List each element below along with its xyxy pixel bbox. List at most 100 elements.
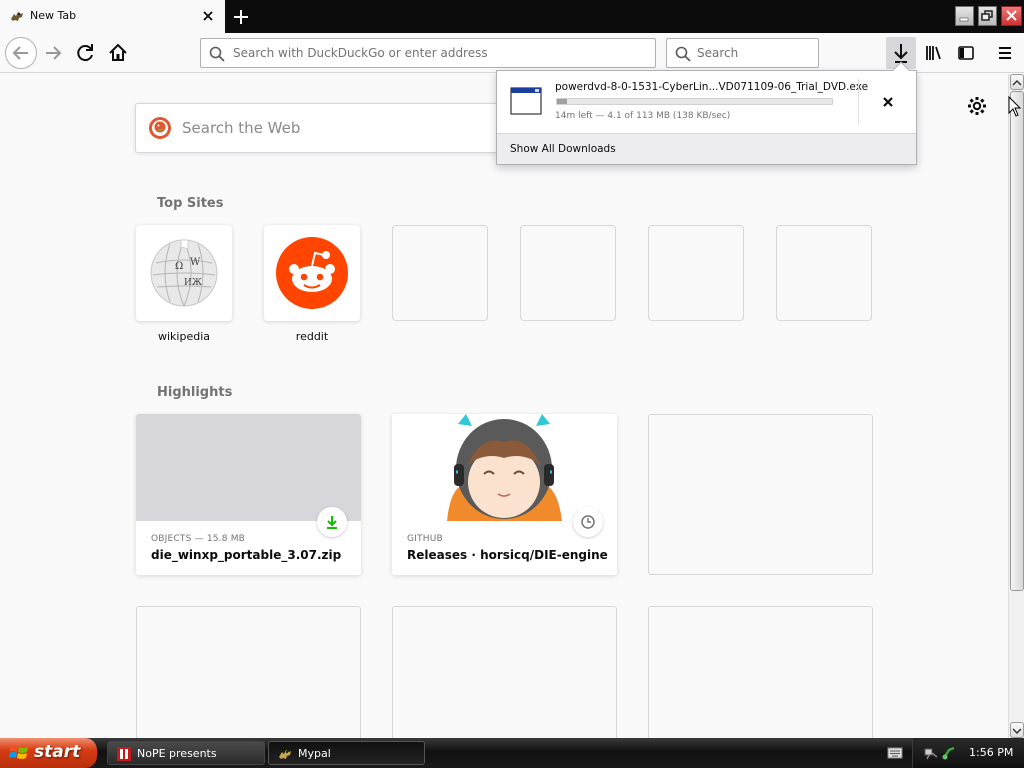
taskbar-button-label: NoPE presents	[137, 747, 217, 760]
hamburger-menu-icon	[999, 47, 1011, 59]
address-input[interactable]	[233, 39, 648, 67]
menu-button[interactable]	[990, 38, 1020, 68]
mouse-cursor-icon	[1008, 96, 1022, 117]
mypal-app-icon	[279, 750, 291, 759]
library-icon	[926, 46, 941, 60]
highlight-card[interactable]: OBJECTS — 15.8 MB die_winxp_portable_3.0…	[136, 414, 361, 575]
back-arrow-icon	[12, 46, 28, 60]
download-progress-fill	[557, 99, 567, 104]
system-tray: 1:56 PM	[912, 738, 1024, 768]
top-site-placeholder	[392, 225, 488, 321]
close-window-icon	[1006, 10, 1017, 21]
top-site-tile-reddit[interactable]	[264, 225, 360, 321]
tab-title: New Tab	[30, 9, 77, 22]
taskbar: start NoPE presents Mypal 1:56 PM	[0, 738, 1024, 768]
divider	[858, 79, 859, 125]
back-button[interactable]	[5, 37, 37, 69]
download-progress-bar	[556, 98, 833, 105]
scroll-up-button[interactable]	[1010, 74, 1024, 90]
card-title: Releases · horsicq/DIE-engine	[407, 548, 608, 562]
start-button[interactable]: start	[0, 738, 97, 768]
vertical-scrollbar[interactable]	[1008, 74, 1024, 738]
close-tab-icon[interactable]	[198, 6, 218, 26]
taskbar-button-label: Mypal	[298, 747, 331, 760]
restore-icon	[981, 10, 993, 21]
library-button[interactable]	[919, 38, 949, 68]
taskbar-button-mypal[interactable]: Mypal	[268, 741, 425, 765]
svg-text:W: W	[190, 257, 201, 268]
card-badge	[317, 507, 347, 537]
chevron-down-icon	[1012, 728, 1022, 735]
web-search-input[interactable]	[182, 104, 512, 152]
download-item[interactable]: powerdvd-8-0-1531-CyberLin...VD071109-06…	[497, 71, 916, 133]
scroll-down-button[interactable]	[1010, 722, 1024, 738]
highlight-placeholder	[648, 414, 873, 575]
svg-text:ИЖ: ИЖ	[184, 278, 202, 288]
cancel-download-icon[interactable]	[875, 89, 901, 115]
chevron-up-icon	[1012, 79, 1022, 86]
top-site-placeholder	[648, 225, 744, 321]
clock-icon	[581, 515, 595, 529]
search-input[interactable]	[697, 39, 812, 67]
wikipedia-globe-icon: Ω W ИЖ	[150, 239, 218, 307]
forward-button[interactable]	[39, 38, 69, 68]
home-button[interactable]	[103, 38, 133, 68]
new-tab-page: Top Sites Ω W ИЖ wikipedia reddit	[0, 74, 1008, 738]
forward-arrow-icon	[46, 46, 62, 60]
network-icon[interactable]	[923, 745, 939, 761]
sidebar-icon	[958, 46, 974, 60]
top-site-label: wikipedia	[157, 330, 210, 343]
show-all-downloads-button[interactable]: Show All Downloads	[497, 133, 916, 164]
gear-icon[interactable]	[965, 94, 989, 118]
search-icon	[209, 46, 225, 62]
reddit-alien-icon	[276, 237, 348, 309]
search-icon	[675, 46, 691, 62]
card-context: OBJECTS — 15.8 MB	[151, 534, 246, 544]
start-label: start	[34, 742, 81, 762]
tab-strip: New Tab	[0, 0, 1024, 33]
new-tab-plus-icon[interactable]	[229, 5, 253, 29]
highlight-placeholder	[136, 606, 361, 738]
card-thumbnail	[136, 414, 361, 521]
minimize-icon	[959, 17, 969, 22]
top-site-tile-wikipedia[interactable]: Ω W ИЖ	[136, 225, 232, 321]
card-title: die_winxp_portable_3.07.zip	[151, 548, 342, 562]
top-site-label: reddit	[295, 330, 329, 343]
download-icon	[327, 516, 337, 529]
sidebar-button[interactable]	[951, 38, 981, 68]
search-bar[interactable]	[666, 38, 819, 68]
reload-icon	[77, 44, 93, 62]
highlights-heading: Highlights	[157, 385, 233, 400]
scroll-thumb[interactable]	[1010, 91, 1024, 591]
highlight-card[interactable]: GITHUB Releases · horsicq/DIE-engine	[392, 414, 617, 575]
top-site-placeholder	[776, 225, 872, 321]
keyboard-icon[interactable]	[887, 746, 903, 760]
top-site-placeholder	[520, 225, 616, 321]
windows-flag-icon	[9, 746, 28, 759]
executable-file-icon	[510, 87, 542, 115]
highlight-placeholder	[392, 606, 617, 738]
navigation-toolbar	[0, 33, 1024, 73]
downloads-panel: powerdvd-8-0-1531-CyberLin...VD071109-06…	[496, 61, 917, 165]
highlight-placeholder	[648, 606, 873, 738]
tab-new-tab[interactable]: New Tab	[0, 0, 225, 33]
duckduckgo-logo-icon	[149, 117, 171, 139]
reload-button[interactable]	[71, 38, 101, 68]
mypal-favicon-icon	[11, 12, 23, 21]
svg-text:Ω: Ω	[175, 261, 183, 272]
top-sites-heading: Top Sites	[157, 196, 224, 211]
home-icon	[109, 43, 127, 61]
window-minimize-button[interactable]	[955, 6, 974, 26]
window-restore-button[interactable]	[978, 6, 997, 26]
address-bar[interactable]	[200, 38, 656, 68]
card-context: GITHUB	[407, 534, 443, 544]
card-badge	[573, 507, 603, 537]
safely-remove-hardware-icon[interactable]	[941, 745, 957, 761]
show-all-downloads-label: Show All Downloads	[510, 143, 616, 155]
web-search-box[interactable]	[135, 103, 525, 153]
taskbar-clock: 1:56 PM	[969, 746, 1014, 759]
taskbar-button-nope-presents[interactable]: NoPE presents	[107, 741, 265, 765]
card-thumbnail-anime-avatar	[392, 414, 617, 521]
window-close-button[interactable]	[1001, 6, 1022, 26]
download-filename: powerdvd-8-0-1531-CyberLin...VD071109-06…	[555, 81, 869, 93]
